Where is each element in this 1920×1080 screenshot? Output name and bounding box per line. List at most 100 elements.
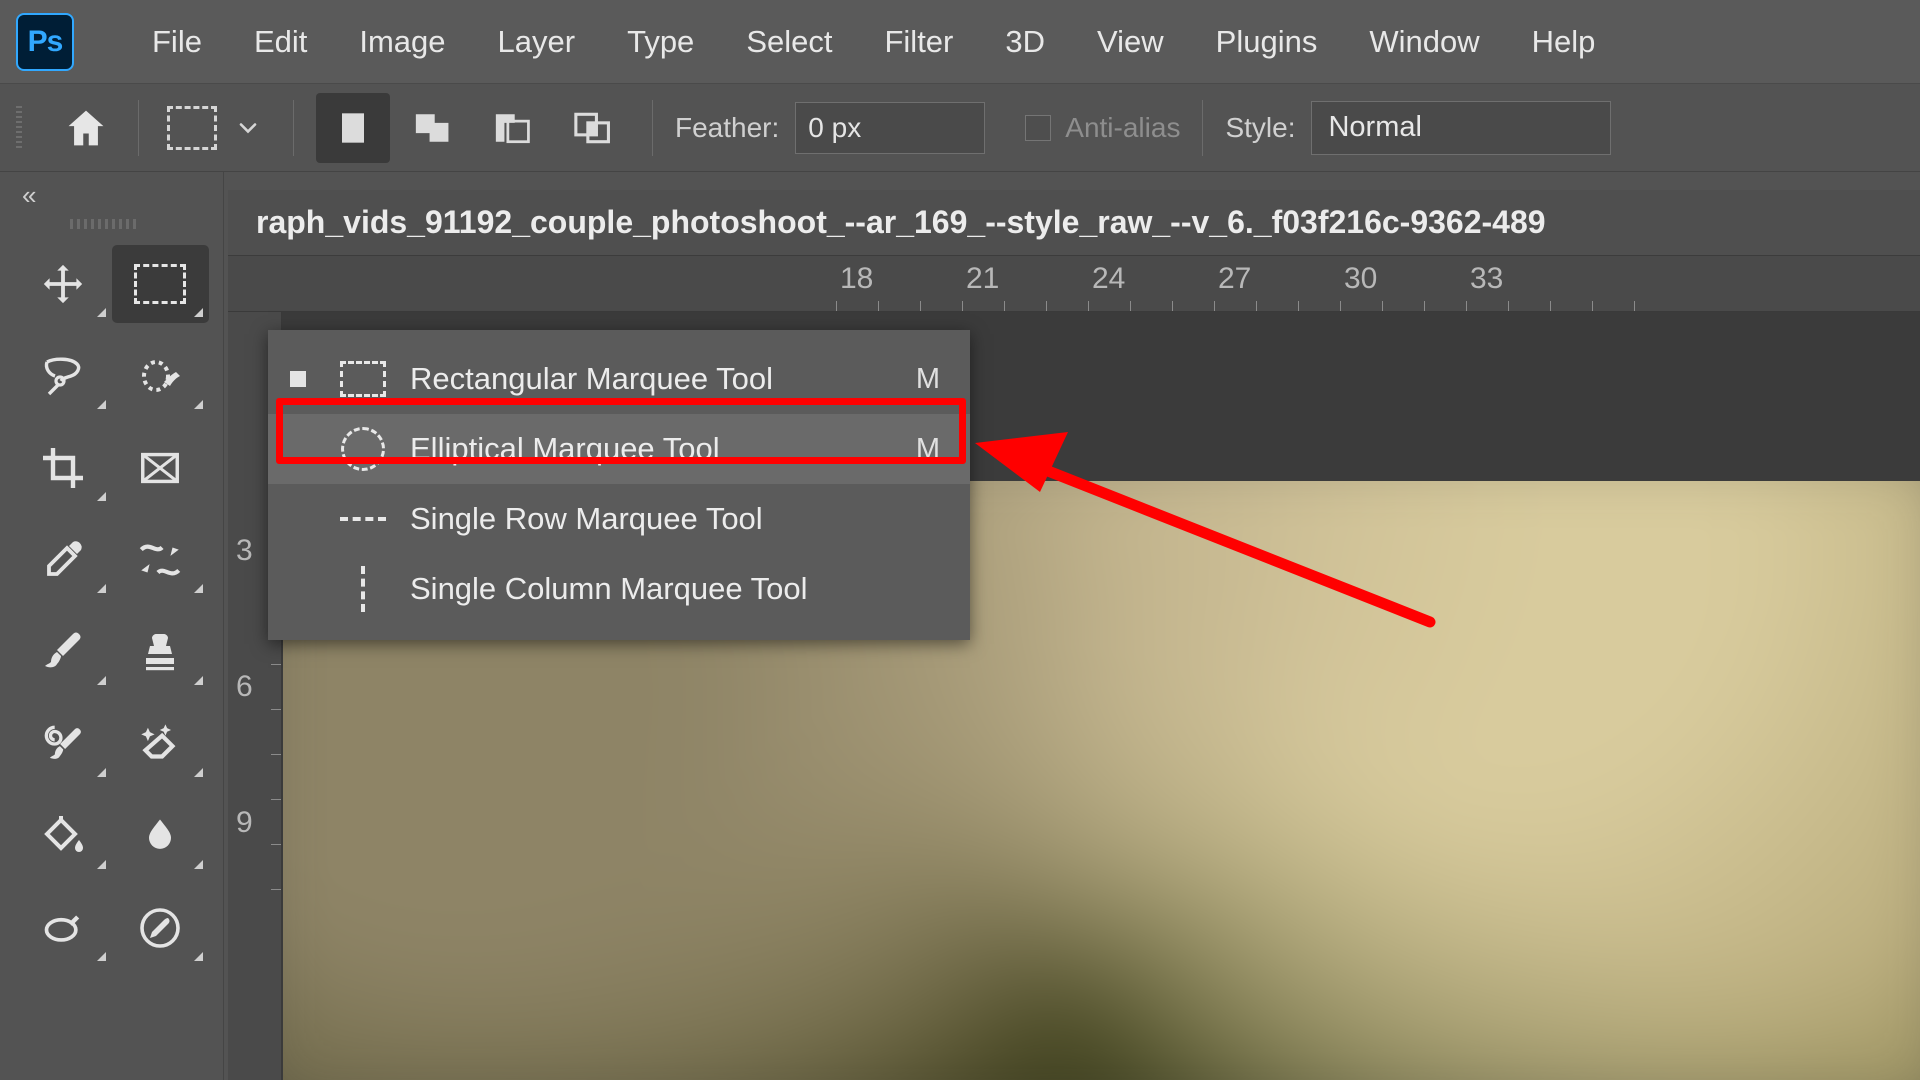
anti-alias-checkbox[interactable] bbox=[1025, 114, 1052, 141]
frame-tool[interactable] bbox=[112, 429, 210, 507]
blur-tool[interactable] bbox=[112, 797, 210, 875]
flyout-indicator bbox=[96, 952, 106, 961]
dodge-tool-icon bbox=[44, 915, 79, 942]
intersect-with-selection-icon bbox=[574, 112, 610, 143]
menu-item-list: File Edit Image Layer Type Select Filter… bbox=[126, 18, 1621, 66]
flyout-item-label: Single Row Marquee Tool bbox=[410, 501, 763, 536]
current-tool-bullet-empty bbox=[290, 511, 306, 527]
home-icon bbox=[68, 110, 104, 145]
dodge-tool[interactable] bbox=[14, 889, 112, 967]
new-selection-button[interactable] bbox=[316, 92, 390, 163]
menu-item-edit[interactable]: Edit bbox=[228, 18, 333, 66]
clone-stamp-tool[interactable] bbox=[112, 613, 210, 691]
anti-alias-label: Anti-alias bbox=[1065, 111, 1181, 143]
healing-brush-tool-icon bbox=[140, 544, 181, 576]
elliptical-marquee-icon bbox=[328, 427, 398, 471]
menu-item-view[interactable]: View bbox=[1071, 18, 1190, 66]
flyout-item-shortcut: M bbox=[915, 432, 940, 465]
vruler-tick-9: 9 bbox=[236, 806, 253, 839]
flyout-indicator bbox=[194, 860, 203, 869]
object-selection-tool[interactable] bbox=[112, 337, 210, 415]
eraser-tool-icon bbox=[141, 724, 176, 759]
clone-stamp-tool-icon bbox=[146, 634, 175, 671]
hruler-tick-mark bbox=[1046, 301, 1047, 311]
options-bar: Feather: 0 px Anti-alias Style: Normal bbox=[0, 84, 1920, 172]
horizontal-ruler: 18 21 24 27 30 33 bbox=[228, 256, 1920, 312]
flyout-indicator bbox=[194, 308, 203, 317]
vruler-tick-mark bbox=[271, 844, 281, 845]
menu-item-3d[interactable]: 3D bbox=[979, 18, 1071, 66]
menu-item-file[interactable]: File bbox=[126, 18, 228, 66]
flyout-item-rectangular-marquee[interactable]: Rectangular Marquee Tool M bbox=[268, 344, 970, 414]
vruler-tick-mark bbox=[271, 664, 281, 665]
frame-tool-icon bbox=[141, 452, 180, 484]
hruler-tick-mark bbox=[1508, 301, 1509, 311]
tool-preset-picker[interactable] bbox=[161, 105, 271, 150]
subtract-from-selection-button[interactable] bbox=[476, 93, 550, 163]
rectangular-marquee-tool[interactable] bbox=[111, 245, 209, 323]
flyout-item-single-row-marquee[interactable]: Single Row Marquee Tool bbox=[268, 484, 970, 554]
menu-item-plugins[interactable]: Plugins bbox=[1190, 18, 1344, 66]
flyout-indicator bbox=[194, 952, 203, 961]
hruler-tick-mark bbox=[1382, 301, 1383, 311]
pen-tool[interactable] bbox=[112, 889, 210, 967]
feather-input[interactable]: 0 px bbox=[795, 101, 986, 154]
style-label: Style: bbox=[1225, 111, 1296, 143]
flyout-indicator bbox=[96, 492, 106, 501]
options-separator-3 bbox=[652, 99, 653, 156]
brush-tool[interactable] bbox=[14, 613, 112, 691]
lasso-tool[interactable] bbox=[14, 337, 112, 415]
collapse-panel-button[interactable]: « bbox=[0, 172, 223, 211]
menu-item-type[interactable]: Type bbox=[601, 18, 720, 66]
options-separator-4 bbox=[1202, 99, 1204, 156]
single-column-marquee-icon bbox=[328, 566, 398, 612]
menu-item-image[interactable]: Image bbox=[333, 18, 471, 66]
tools-panel-grip[interactable] bbox=[70, 219, 140, 229]
single-row-marquee-icon bbox=[328, 516, 398, 522]
healing-brush-tool[interactable] bbox=[112, 521, 210, 599]
hruler-tick-mark bbox=[920, 301, 921, 311]
document-tab[interactable]: raph_vids_91192_couple_photoshoot_--ar_1… bbox=[228, 190, 1920, 256]
hruler-tick-24: 24 bbox=[1092, 262, 1126, 295]
vruler-tick-mark bbox=[271, 799, 281, 800]
vruler-tick-6: 6 bbox=[236, 670, 253, 703]
move-tool[interactable] bbox=[14, 245, 112, 323]
options-bar-grip[interactable] bbox=[16, 105, 22, 150]
current-tool-bullet-empty bbox=[290, 441, 306, 457]
eyedropper-tool[interactable] bbox=[14, 521, 112, 599]
home-button[interactable] bbox=[56, 98, 116, 158]
menu-item-help[interactable]: Help bbox=[1506, 18, 1622, 66]
flyout-indicator bbox=[194, 768, 203, 777]
vruler-tick-mark bbox=[271, 754, 281, 755]
intersect-with-selection-button[interactable] bbox=[556, 93, 630, 163]
flyout-indicator bbox=[96, 768, 106, 777]
menu-item-window[interactable]: Window bbox=[1343, 18, 1505, 66]
flyout-item-shortcut: M bbox=[915, 362, 940, 395]
flyout-item-elliptical-marquee[interactable]: Elliptical Marquee Tool M bbox=[268, 414, 970, 484]
vruler-tick-mark bbox=[271, 709, 281, 710]
hruler-tick-33: 33 bbox=[1470, 262, 1504, 295]
gradient-tool[interactable] bbox=[14, 797, 112, 875]
menu-item-filter[interactable]: Filter bbox=[858, 18, 979, 66]
menu-item-select[interactable]: Select bbox=[720, 18, 858, 66]
options-separator-2 bbox=[293, 99, 294, 156]
flyout-indicator bbox=[96, 860, 106, 869]
hruler-tick-mark bbox=[1130, 301, 1131, 311]
flyout-item-single-column-marquee[interactable]: Single Column Marquee Tool bbox=[268, 554, 970, 624]
flyout-indicator bbox=[96, 676, 106, 685]
add-to-selection-button[interactable] bbox=[396, 93, 470, 163]
photoshop-window: Ps File Edit Image Layer Type Select Fil… bbox=[0, 0, 1920, 1080]
history-brush-tool-icon bbox=[44, 725, 81, 759]
rectangular-marquee-icon bbox=[328, 361, 398, 397]
selection-mode-group bbox=[316, 92, 630, 163]
crop-tool[interactable] bbox=[14, 429, 112, 507]
flyout-indicator bbox=[96, 400, 106, 409]
history-brush-tool[interactable] bbox=[14, 705, 112, 783]
eraser-tool[interactable] bbox=[112, 705, 210, 783]
document-tab-title: raph_vids_91192_couple_photoshoot_--ar_1… bbox=[256, 204, 1546, 240]
style-select[interactable]: Normal bbox=[1311, 100, 1612, 155]
hruler-tick-mark bbox=[1172, 301, 1173, 311]
hruler-tick-18: 18 bbox=[840, 262, 874, 295]
subtract-from-selection-icon bbox=[495, 113, 530, 143]
menu-item-layer[interactable]: Layer bbox=[472, 18, 602, 66]
